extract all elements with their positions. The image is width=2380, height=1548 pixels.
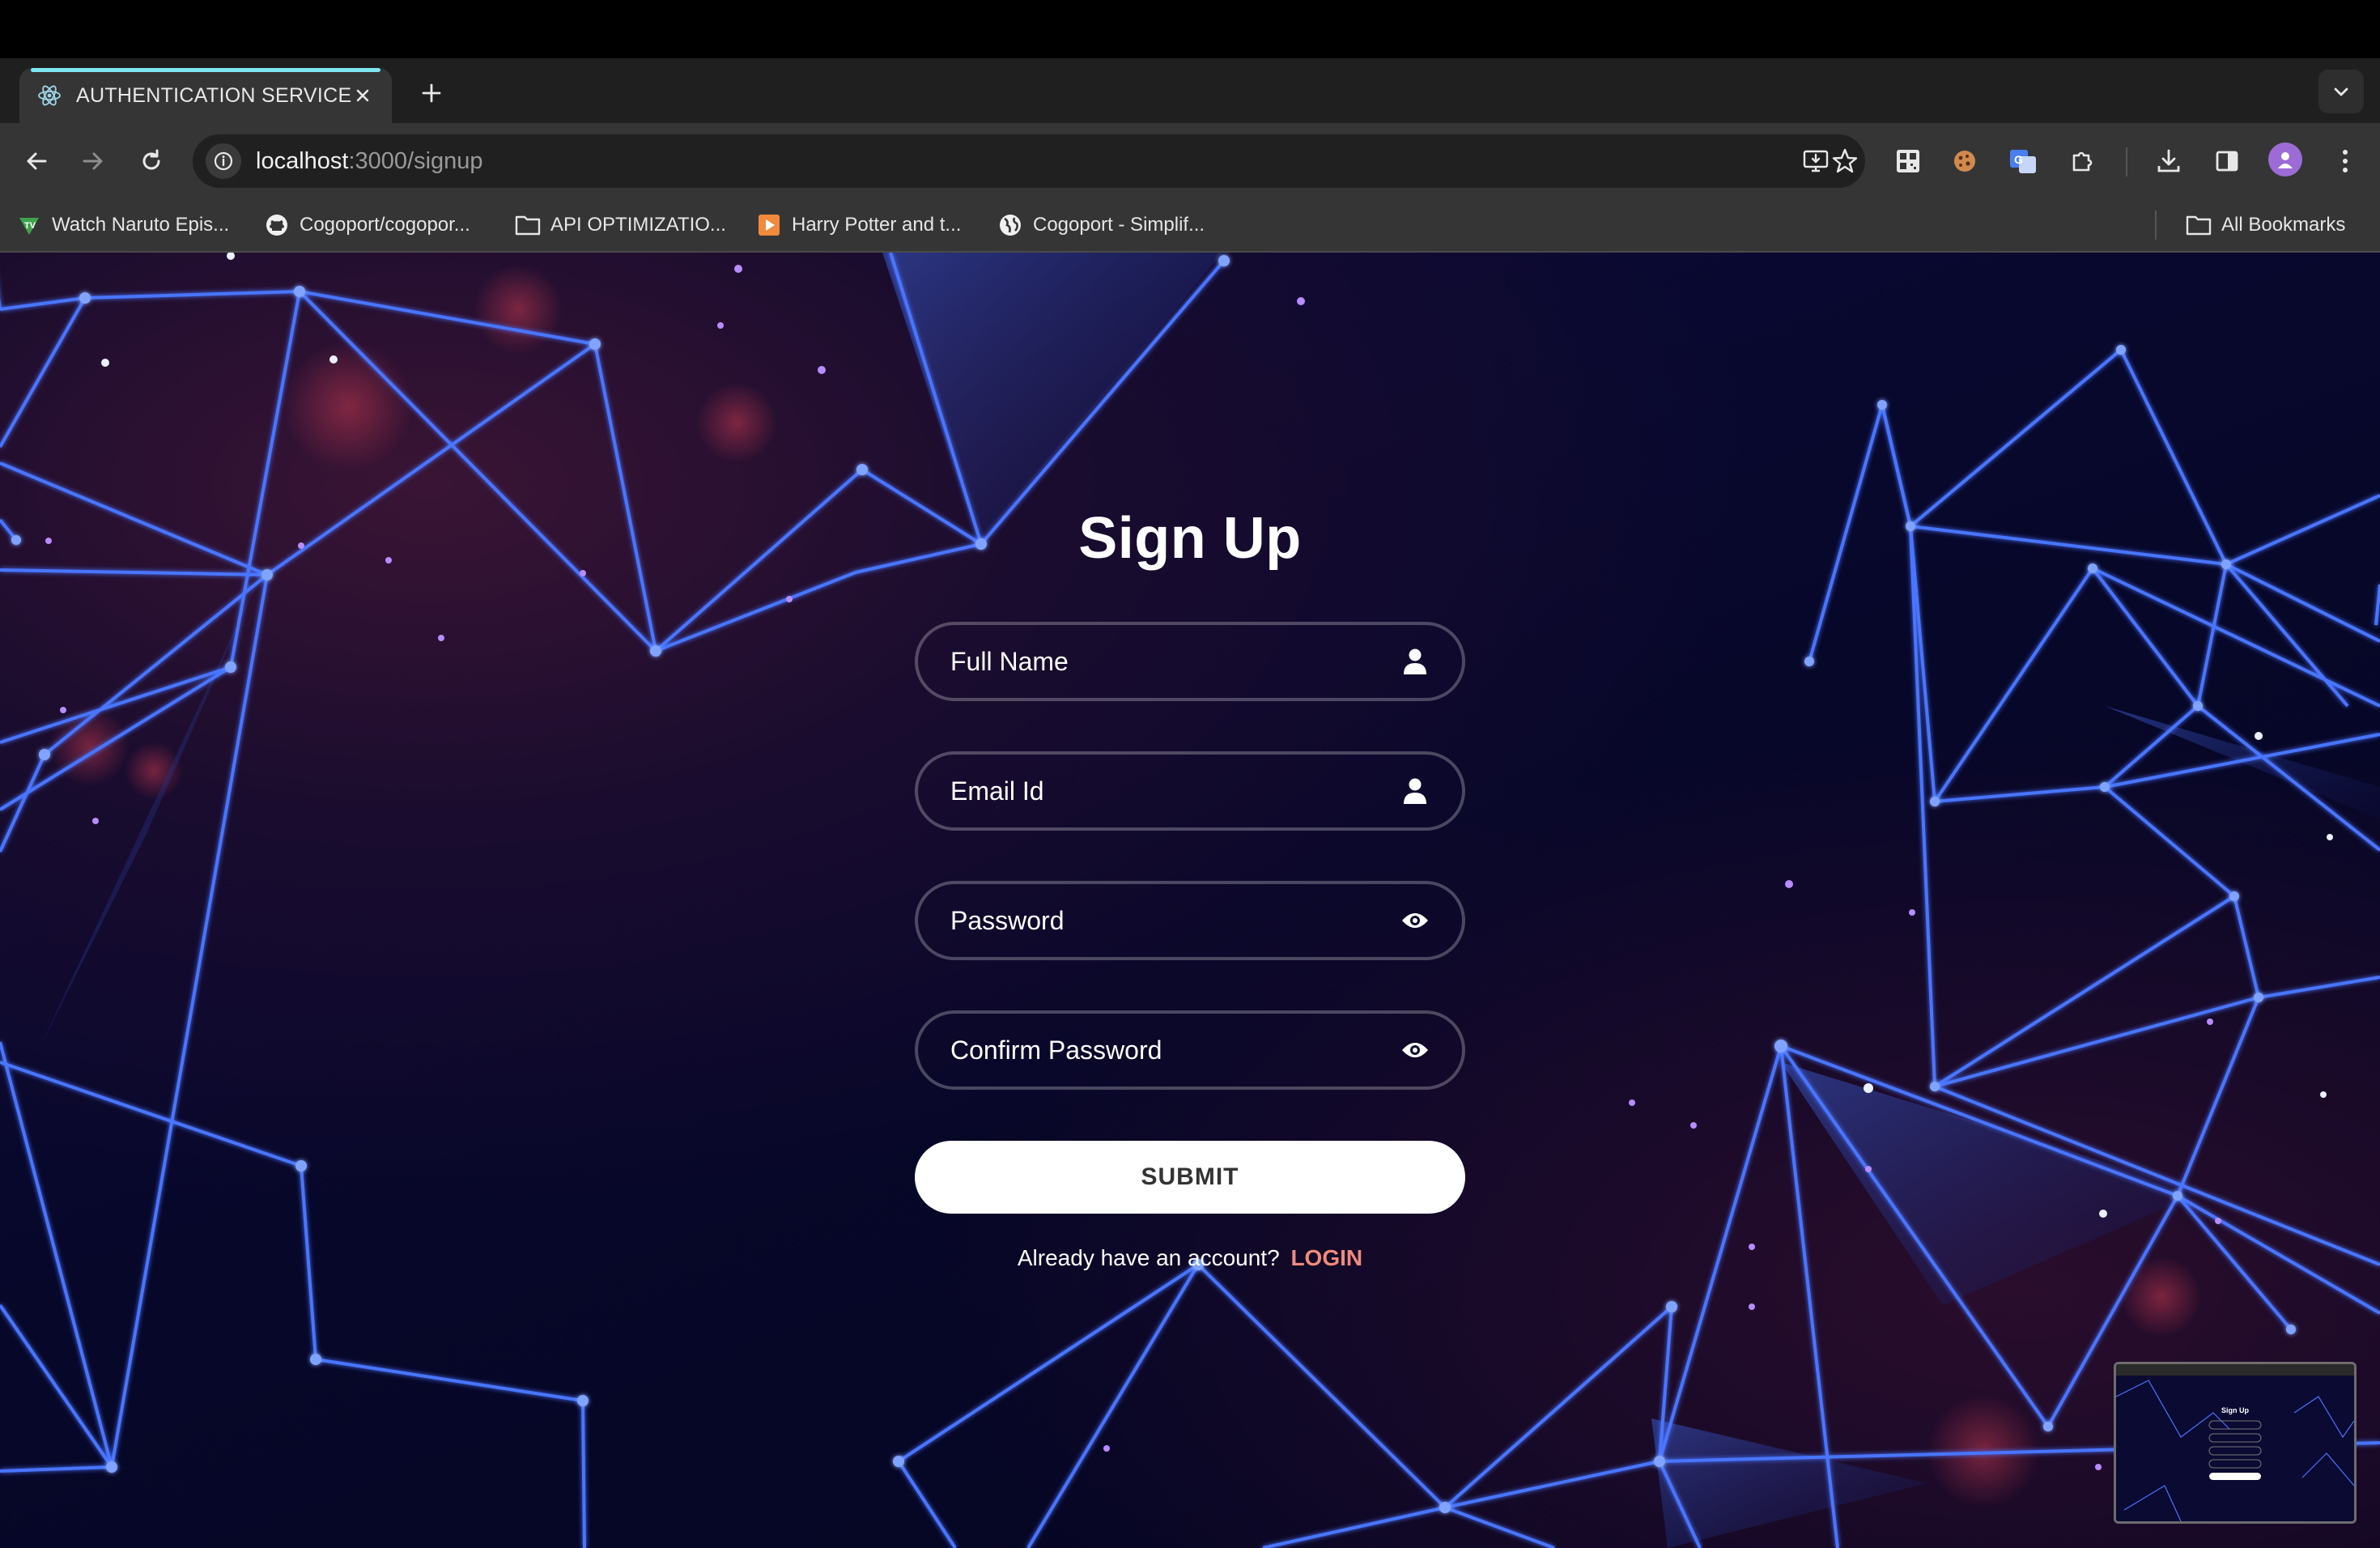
bookmark-label: Harry Potter and t... xyxy=(792,214,962,236)
page-title: Sign Up xyxy=(1078,506,1302,571)
bookmark-label: API OPTIMIZATIO... xyxy=(550,214,726,236)
bookmark-item[interactable]: Cogoport - Simplif... xyxy=(997,207,1205,243)
eye-icon[interactable] xyxy=(1399,904,1431,937)
password-input[interactable] xyxy=(950,905,1399,936)
toolbar-separator xyxy=(2126,147,2127,176)
svg-text:TV: TV xyxy=(24,221,36,231)
full-name-input[interactable] xyxy=(950,646,1399,677)
confirm-password-input[interactable] xyxy=(950,1035,1399,1065)
submit-button[interactable]: SUBMIT xyxy=(915,1141,1465,1214)
bookmark-label: Watch Naruto Epis... xyxy=(52,214,230,236)
bookmark-item[interactable]: API OPTIMIZATIO... xyxy=(515,207,726,243)
folder-icon xyxy=(2186,212,2212,238)
email-field[interactable] xyxy=(915,751,1465,831)
profile-avatar[interactable] xyxy=(2268,142,2302,176)
new-tab-button[interactable] xyxy=(411,73,452,113)
address-bar[interactable]: localhost:3000/signup xyxy=(193,134,1865,188)
login-link[interactable]: LOGIN xyxy=(1290,1245,1362,1270)
bookmark-label: Cogoport/cogopor... xyxy=(300,214,470,236)
translate-extension-icon[interactable]: G xyxy=(2003,141,2043,181)
login-prompt: Already have an account? LOGIN xyxy=(915,1245,1465,1271)
bookmark-item[interactable]: Harry Potter and t... xyxy=(756,207,961,243)
svg-text:Sign Up: Sign Up xyxy=(2221,1406,2249,1414)
all-bookmarks-label: All Bookmarks xyxy=(2221,214,2346,236)
url-host: localhost xyxy=(256,147,349,174)
login-prompt-text: Already have an account? xyxy=(1017,1245,1280,1270)
side-panel-icon[interactable] xyxy=(2207,141,2247,181)
cookie-extension-icon[interactable] xyxy=(1944,141,1985,181)
user-icon xyxy=(1399,645,1431,678)
download-icon[interactable] xyxy=(2148,141,2189,181)
tab-title: AUTHENTICATION SERVICE xyxy=(76,83,352,107)
bookmarks-bar: TV Watch Naruto Epis... Cogoport/cogopor… xyxy=(0,199,2380,253)
play-icon xyxy=(756,212,782,238)
svg-text:G: G xyxy=(2014,153,2023,166)
browser-toolbar: localhost:3000/signup G xyxy=(0,123,2380,199)
all-bookmarks-button[interactable]: All Bookmarks xyxy=(2186,207,2345,243)
email-input[interactable] xyxy=(950,776,1399,806)
arrow-right-icon xyxy=(83,152,103,170)
chevron-down-icon xyxy=(2334,87,2348,96)
more-menu-icon[interactable] xyxy=(2325,141,2365,181)
back-button[interactable] xyxy=(16,141,57,181)
url-text: localhost:3000/signup xyxy=(256,148,483,175)
bookmarks-separator xyxy=(2155,211,2157,240)
bookmark-item[interactable]: Cogoport/cogopor... xyxy=(264,207,470,243)
github-icon xyxy=(264,212,290,238)
password-field[interactable] xyxy=(915,881,1465,960)
signup-page: Sign Up Full Name Email Id SUBMIT Alread… xyxy=(0,253,2380,1548)
plus-icon xyxy=(422,83,441,103)
reload-icon xyxy=(142,149,160,170)
globe-icon xyxy=(997,212,1023,238)
tab-strip: AUTHENTICATION SERVICE xyxy=(0,58,2380,123)
full-name-field[interactable] xyxy=(915,622,1465,701)
folder-icon xyxy=(515,212,541,238)
window-preview-thumbnail[interactable]: Sign Up xyxy=(2114,1362,2357,1524)
star-icon[interactable] xyxy=(1825,141,1865,181)
puzzle-extensions-icon[interactable] xyxy=(2063,141,2103,181)
bookmark-label: Cogoport - Simplif... xyxy=(1033,214,1205,236)
tab-authentication-service[interactable]: AUTHENTICATION SERVICE xyxy=(19,68,392,123)
confirm-password-field[interactable] xyxy=(915,1010,1465,1090)
url-path: :3000/signup xyxy=(348,147,483,174)
arrow-left-icon xyxy=(27,152,47,170)
user-icon xyxy=(1399,775,1431,807)
bookmark-item[interactable]: TV Watch Naruto Epis... xyxy=(16,207,229,243)
close-icon[interactable] xyxy=(351,83,374,108)
site-info-icon[interactable] xyxy=(206,143,241,179)
eye-icon[interactable] xyxy=(1399,1034,1431,1066)
reload-button[interactable] xyxy=(131,141,172,181)
tv-icon: TV xyxy=(16,212,42,238)
forward-button[interactable] xyxy=(73,141,113,181)
tab-search-button[interactable] xyxy=(2318,70,2364,113)
os-menu-bar xyxy=(0,0,2380,58)
react-atom-icon xyxy=(37,82,62,109)
qr-code-extension-icon[interactable] xyxy=(1888,141,1928,181)
